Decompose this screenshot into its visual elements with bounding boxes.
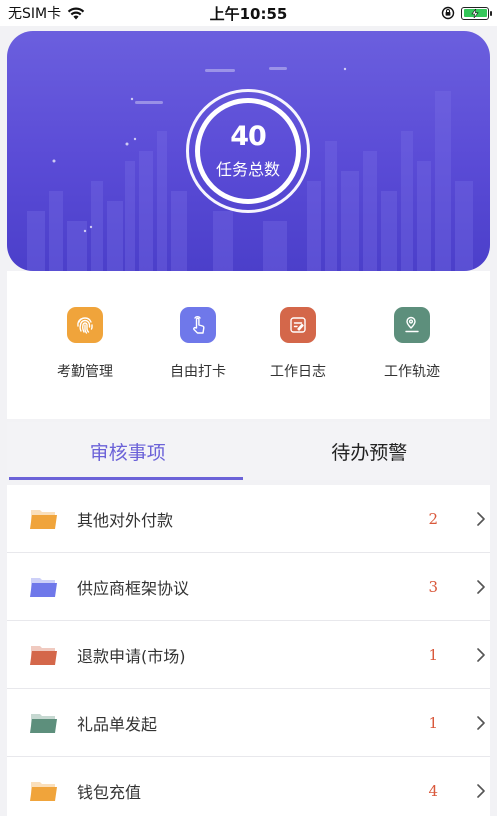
wifi-icon: [67, 7, 85, 20]
list-item[interactable]: 退款申请(市场) 1: [7, 621, 490, 689]
review-list: 其他对外付款 2 供应商框架协议 3 退款申请(市场) 1 礼品单发起 1 钱包…: [7, 485, 490, 816]
tab-label: 审核事项: [89, 441, 166, 464]
chevron-right-icon: [477, 648, 485, 662]
status-left: 无SIM卡: [8, 3, 85, 23]
fingerprint-icon: [67, 307, 103, 343]
action-free-checkin[interactable]: 自由打卡: [143, 307, 253, 381]
action-work-track[interactable]: 工作轨迹: [357, 307, 467, 381]
action-label: 考勤管理: [57, 364, 113, 380]
charging-bolt-icon: [471, 8, 479, 18]
folder-icon: [30, 646, 57, 665]
tab-pending-alerts[interactable]: 待办预警: [249, 422, 491, 480]
carrier-label: 无SIM卡: [8, 6, 62, 22]
folder-icon: [30, 782, 57, 801]
folder-icon: [30, 510, 57, 529]
status-bar: 无SIM卡 上午10:55: [0, 0, 497, 26]
list-item[interactable]: 供应商框架协议 3: [7, 553, 490, 621]
chevron-right-icon: [477, 784, 485, 798]
action-work-log[interactable]: 工作日志: [243, 307, 353, 381]
task-total-label: 任务总数: [215, 160, 280, 179]
item-title: 退款申请(市场): [77, 646, 186, 666]
active-tab-indicator: [9, 477, 243, 480]
location-track-icon: [394, 307, 430, 343]
item-count: 4: [428, 781, 438, 800]
task-total-value: 40: [230, 121, 267, 152]
item-title: 钱包充值: [77, 782, 142, 802]
folder-icon: [30, 578, 57, 597]
item-title: 礼品单发起: [77, 714, 158, 734]
list-item[interactable]: 礼品单发起 1: [7, 689, 490, 757]
item-count: 3: [428, 577, 438, 596]
item-title: 其他对外付款: [77, 510, 174, 530]
item-count: 1: [428, 645, 438, 664]
list-item[interactable]: 其他对外付款 2: [7, 485, 490, 553]
notepad-icon: [280, 307, 316, 343]
tab-label: 待办预警: [331, 441, 408, 464]
tab-review-items[interactable]: 审核事项: [7, 422, 249, 480]
quick-actions: 考勤管理 自由打卡 工作日志 工作轨迹: [7, 271, 490, 419]
action-label: 工作日志: [270, 364, 326, 380]
task-total-ring[interactable]: 40 任务总数: [195, 98, 301, 204]
task-banner: 40 任务总数: [7, 31, 490, 271]
battery-icon: [461, 6, 492, 20]
action-label: 自由打卡: [170, 364, 226, 380]
action-attendance-management[interactable]: 考勤管理: [30, 307, 140, 381]
action-label: 工作轨迹: [384, 364, 440, 380]
orientation-lock-icon: [441, 6, 455, 20]
folder-icon: [30, 714, 57, 733]
list-item[interactable]: 钱包充值 4: [7, 757, 490, 816]
item-count: 2: [428, 509, 438, 528]
item-count: 1: [428, 713, 438, 732]
tap-hand-icon: [180, 307, 216, 343]
battery-fill: [463, 8, 487, 18]
chevron-right-icon: [477, 580, 485, 594]
chevron-right-icon: [477, 716, 485, 730]
item-title: 供应商框架协议: [77, 578, 190, 598]
chevron-right-icon: [477, 512, 485, 526]
status-right: [441, 6, 492, 20]
tab-bar: 审核事项 待办预警: [7, 422, 490, 480]
